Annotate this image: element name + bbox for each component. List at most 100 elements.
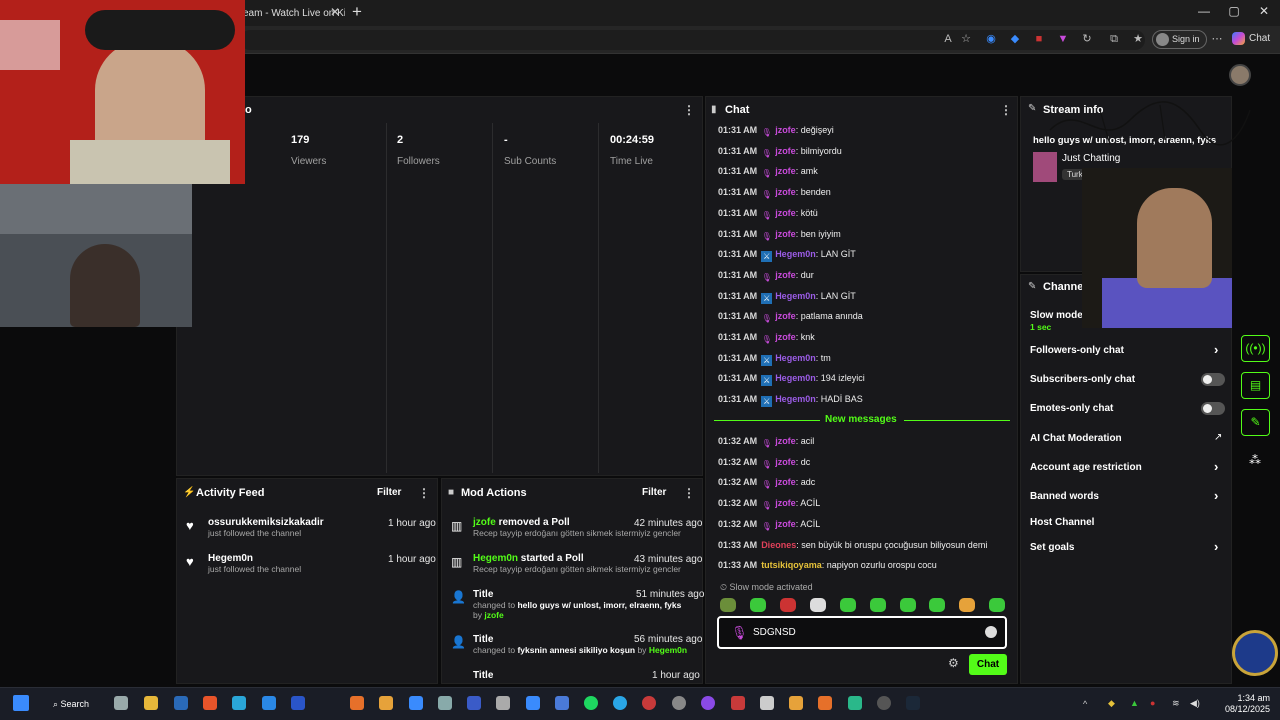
taskbar-clock[interactable]: 1:34 am 08/12/2025 [1222,693,1270,715]
mod-actor[interactable]: jzofe [484,610,503,620]
stats-kebab-icon[interactable]: ⋮ [683,103,695,117]
new-messages-divider[interactable]: New messages [714,413,1010,427]
message-username[interactable]: Hegem0n [775,249,816,259]
more-menu-icon[interactable]: ⋯ [1209,31,1225,47]
message-username[interactable]: jzofe [775,270,796,280]
app-icon[interactable] [526,696,540,710]
setting-set-goals[interactable]: Set goals [1030,542,1074,553]
message-username[interactable]: jzofe [775,311,796,321]
app-icon[interactable] [672,696,686,710]
chat-input[interactable]: 🎙 SDGNSD [717,616,1007,649]
mod-actor[interactable]: Hegem0n [473,553,518,564]
steam-icon[interactable] [906,696,920,710]
copilot-chat-button[interactable]: Chat [1232,32,1270,45]
extension-purple-icon[interactable]: ▼ [1055,31,1071,47]
subscribers-only-toggle[interactable] [1201,373,1225,386]
app-icon[interactable] [818,696,832,710]
message-username[interactable]: jzofe [775,436,796,446]
app-icon[interactable] [467,696,481,710]
message-username[interactable]: jzofe [775,166,796,176]
message-username[interactable]: jzofe [775,146,796,156]
emote-icon[interactable] [900,598,916,612]
taskview-icon[interactable] [114,696,128,710]
setting-emotes-only[interactable]: Emotes-only chat [1030,403,1113,414]
tray-chevron-icon[interactable]: ^ [1083,699,1087,709]
obs-icon[interactable] [877,696,891,710]
mod-filter-button[interactable]: Filter [642,487,666,498]
message-username[interactable]: jzofe [775,229,796,239]
setting-account-age[interactable]: Account age restriction [1030,462,1142,473]
setting-ai-moderation[interactable]: AI Chat Moderation [1030,433,1122,444]
app-icon[interactable] [379,696,393,710]
chevron-right-icon[interactable]: › [1214,459,1218,474]
favorites-icon[interactable]: ★ [1130,31,1146,47]
message-username[interactable]: jzofe [775,477,796,487]
tray-app-icon[interactable]: ◆ [1108,698,1115,709]
app-icon[interactable] [731,696,745,710]
chevron-right-icon[interactable]: › [1214,342,1218,357]
setting-subscribers-only[interactable]: Subscribers-only chat [1030,374,1135,385]
emote-icon[interactable] [720,598,736,612]
chevron-right-icon[interactable]: › [1214,539,1218,554]
emote-icon[interactable] [959,598,975,612]
setting-banned-words[interactable]: Banned words [1030,491,1099,502]
edge-icon[interactable] [232,696,246,710]
emote-icon[interactable] [870,598,886,612]
message-username[interactable]: Hegem0n [775,394,816,404]
emote-icon[interactable] [810,598,826,612]
minimize-icon[interactable]: — [1194,4,1214,18]
message-username[interactable]: jzofe [775,125,796,135]
taskbar-search[interactable]: ⌕ Search [53,699,89,710]
app-icon[interactable] [555,696,569,710]
close-window-icon[interactable]: ✕ [1254,4,1274,18]
extension-icon[interactable]: ◉ [983,31,999,47]
app-icon[interactable] [848,696,862,710]
spotify-icon[interactable] [584,696,598,710]
tray-app-icon[interactable]: ● [1150,698,1155,708]
message-username[interactable]: jzofe [775,498,796,508]
emoji-picker-icon[interactable] [985,626,997,638]
message-username[interactable]: jzofe [775,332,796,342]
app-icon[interactable] [760,696,774,710]
chat-send-button[interactable]: Chat [969,654,1007,675]
slow-mode-label[interactable]: Slow mode [1030,310,1083,321]
activity-kebab-icon[interactable]: ⋮ [418,486,430,500]
tab-close-icon[interactable]: ✕ [330,5,340,19]
favorite-star-icon[interactable]: ☆ [958,31,974,47]
share-icon[interactable]: ⁂ [1249,453,1261,467]
broadcast-icon[interactable]: ((•)) [1241,335,1270,362]
layout-icon[interactable]: ▤ [1241,372,1270,399]
emote-icon[interactable] [929,598,945,612]
new-tab-icon[interactable]: + [352,2,362,22]
read-aloud-icon[interactable]: A [940,31,956,47]
emote-icon[interactable] [989,598,1005,612]
wifi-icon[interactable]: ≋ [1172,698,1180,709]
firefox-icon[interactable] [350,696,364,710]
external-link-icon[interactable]: ↗ [1214,432,1222,443]
app-icon[interactable] [262,696,276,710]
app-icon[interactable] [174,696,188,710]
chat-settings-icon[interactable]: ⚙ [948,656,959,670]
setting-host-channel[interactable]: Host Channel [1030,517,1094,528]
refresh-extension-icon[interactable]: ↻ [1079,31,1095,47]
message-username[interactable]: Hegem0n [775,291,816,301]
extension-red-icon[interactable]: ■ [1031,31,1047,47]
chrome-icon[interactable] [291,696,305,710]
app-icon[interactable] [409,696,423,710]
maximize-icon[interactable]: ▢ [1224,4,1244,18]
app-icon[interactable] [789,696,803,710]
browser-tab[interactable]: eam - Watch Live on Ki [235,3,345,26]
mod-actor[interactable]: Hegem0n [649,645,687,655]
volume-icon[interactable]: ◀) [1190,698,1200,709]
user-avatar[interactable] [1229,64,1251,86]
sign-in-button[interactable]: Sign in [1152,30,1207,49]
chat-kebab-icon[interactable]: ⋮ [1000,103,1012,117]
app-icon[interactable] [496,696,510,710]
telegram-icon[interactable] [613,696,627,710]
windows-start-icon[interactable] [13,695,29,711]
mod-kebab-icon[interactable]: ⋮ [683,486,695,500]
message-username[interactable]: jzofe [775,519,796,529]
split-screen-icon[interactable]: ⧉ [1106,31,1122,47]
app-icon[interactable] [642,696,656,710]
emotes-only-toggle[interactable] [1201,402,1225,415]
